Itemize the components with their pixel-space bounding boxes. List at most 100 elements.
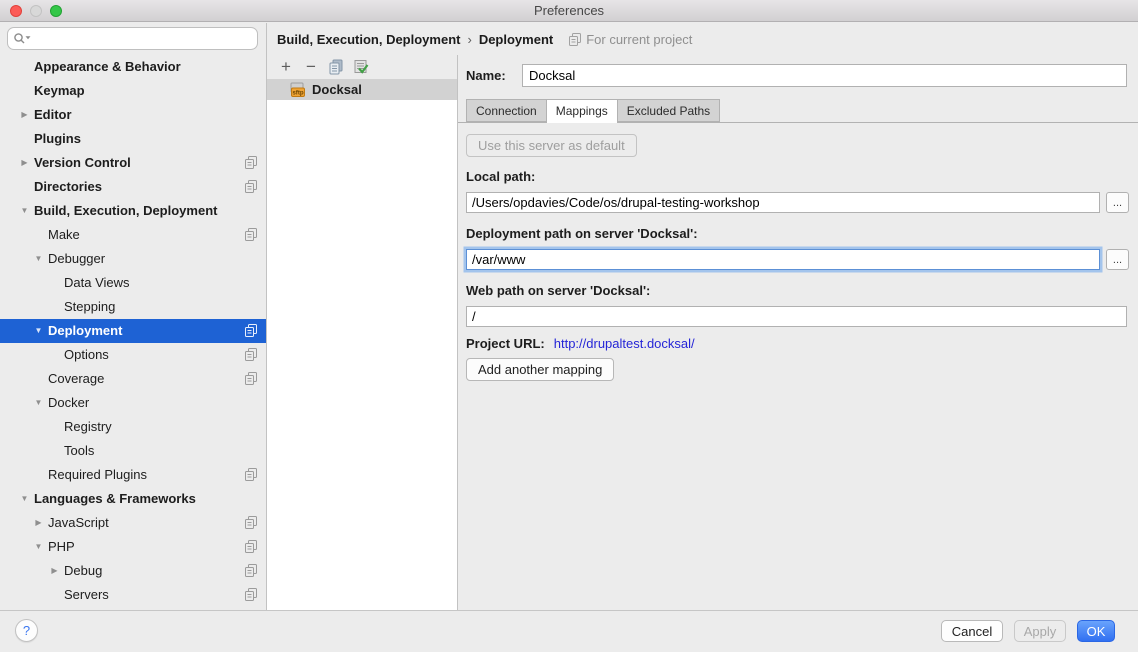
per-project-settings-icon bbox=[245, 228, 257, 241]
local-path-label: Local path: bbox=[466, 169, 535, 184]
tab-mappings[interactable]: Mappings bbox=[546, 99, 618, 123]
sidebar-item-deployment[interactable]: ▼Deployment bbox=[0, 319, 266, 343]
sidebar-item-stepping[interactable]: Stepping bbox=[0, 295, 266, 319]
sidebar-item-debugger[interactable]: ▼Debugger bbox=[0, 247, 266, 271]
sidebar-item-label: Registry bbox=[64, 415, 112, 439]
sidebar-item-label: Servers bbox=[64, 583, 109, 607]
add-server-button[interactable]: + bbox=[278, 59, 294, 75]
server-list-panel: + − bbox=[267, 55, 458, 610]
sidebar-item-label: Debugger bbox=[48, 247, 105, 271]
chevron-right-icon[interactable]: ▶ bbox=[48, 559, 61, 583]
sidebar-item-keymap[interactable]: Keymap bbox=[0, 79, 266, 103]
settings-tree: Appearance & BehaviorKeymap▶EditorPlugin… bbox=[0, 55, 266, 607]
sidebar-item-label: Data Views bbox=[64, 271, 130, 295]
sidebar-item-label: Tools bbox=[64, 439, 94, 463]
sidebar-item-label: Debug bbox=[64, 559, 102, 583]
sidebar-item-docker[interactable]: ▼Docker bbox=[0, 391, 266, 415]
sidebar-item-required-plugins[interactable]: Required Plugins bbox=[0, 463, 266, 487]
sidebar-item-label: Editor bbox=[34, 103, 72, 127]
per-project-settings-icon bbox=[245, 588, 257, 601]
sidebar-item-build-execution-deployment[interactable]: ▼Build, Execution, Deployment bbox=[0, 199, 266, 223]
web-path-input[interactable] bbox=[466, 306, 1127, 327]
sidebar-item-label: Keymap bbox=[34, 79, 85, 103]
sidebar-item-make[interactable]: Make bbox=[0, 223, 266, 247]
minimize-button[interactable] bbox=[30, 5, 42, 17]
copy-server-button[interactable] bbox=[328, 59, 344, 75]
web-path-label: Web path on server 'Docksal': bbox=[466, 283, 650, 298]
per-project-settings-icon bbox=[245, 156, 257, 169]
per-project-settings-icon bbox=[245, 372, 257, 385]
config-tabs: ConnectionMappingsExcluded Paths bbox=[466, 99, 719, 123]
deployment-path-browse-button[interactable]: ... bbox=[1106, 249, 1129, 270]
sidebar-item-appearance-behavior[interactable]: Appearance & Behavior bbox=[0, 55, 266, 79]
project-url-link[interactable]: http://drupaltest.docksal/ bbox=[554, 336, 695, 351]
breadcrumb-part-build-execution-deployment[interactable]: Build, Execution, Deployment bbox=[277, 32, 460, 47]
chevron-right-icon[interactable]: ▶ bbox=[18, 151, 31, 175]
sidebar-item-debug[interactable]: ▶Debug bbox=[0, 559, 266, 583]
sidebar-item-version-control[interactable]: ▶Version Control bbox=[0, 151, 266, 175]
sidebar-item-javascript[interactable]: ▶JavaScript bbox=[0, 511, 266, 535]
chevron-down-icon[interactable]: ▼ bbox=[32, 391, 45, 415]
chevron-down-icon[interactable]: ▼ bbox=[18, 199, 31, 223]
help-button[interactable]: ? bbox=[15, 619, 38, 642]
use-as-default-icon-button[interactable] bbox=[353, 59, 369, 75]
remove-server-button[interactable]: − bbox=[303, 59, 319, 75]
sidebar-item-editor[interactable]: ▶Editor bbox=[0, 103, 266, 127]
sidebar-item-label: Make bbox=[48, 223, 80, 247]
server-name-input[interactable] bbox=[522, 64, 1127, 87]
use-default-button[interactable]: Use this server as default bbox=[466, 134, 637, 157]
chevron-down-icon[interactable]: ▼ bbox=[32, 319, 45, 343]
per-project-settings-icon bbox=[245, 348, 257, 361]
chevron-down-icon[interactable]: ▼ bbox=[18, 487, 31, 511]
chevron-down-icon[interactable]: ▼ bbox=[32, 247, 45, 271]
apply-button[interactable]: Apply bbox=[1014, 620, 1066, 642]
sidebar-item-tools[interactable]: Tools bbox=[0, 439, 266, 463]
sidebar-item-label: Appearance & Behavior bbox=[34, 55, 181, 79]
chevron-right-icon[interactable]: ▶ bbox=[18, 103, 31, 127]
sidebar-item-label: Coverage bbox=[48, 367, 104, 391]
sidebar-item-plugins[interactable]: Plugins bbox=[0, 127, 266, 151]
sidebar-item-data-views[interactable]: Data Views bbox=[0, 271, 266, 295]
add-mapping-button[interactable]: Add another mapping bbox=[466, 358, 614, 381]
sidebar-item-label: Plugins bbox=[34, 127, 81, 151]
project-url-label: Project URL: bbox=[466, 336, 545, 351]
settings-sidebar: Appearance & BehaviorKeymap▶EditorPlugin… bbox=[0, 23, 267, 610]
tab-excluded-paths[interactable]: Excluded Paths bbox=[617, 99, 720, 122]
sidebar-item-label: Build, Execution, Deployment bbox=[34, 199, 217, 223]
tab-connection[interactable]: Connection bbox=[466, 99, 547, 122]
ok-button[interactable]: OK bbox=[1077, 620, 1115, 642]
server-item-docksal[interactable]: sftp Docksal bbox=[267, 79, 457, 100]
traffic-lights bbox=[10, 5, 62, 17]
breadcrumb-part-deployment[interactable]: Deployment bbox=[479, 32, 553, 47]
sidebar-item-directories[interactable]: Directories bbox=[0, 175, 266, 199]
chevron-right-icon[interactable]: ▶ bbox=[32, 511, 45, 535]
local-path-input[interactable] bbox=[466, 192, 1100, 213]
preferences-window: Preferences Appearance & BehaviorKeymap▶… bbox=[0, 0, 1138, 652]
sidebar-item-label: Deployment bbox=[48, 319, 122, 343]
sidebar-item-label: Languages & Frameworks bbox=[34, 487, 196, 511]
breadcrumb-row: Build, Execution, Deployment›Deployment … bbox=[267, 23, 1138, 55]
chevron-down-icon[interactable]: ▼ bbox=[32, 535, 45, 559]
close-button[interactable] bbox=[10, 5, 22, 17]
cancel-button[interactable]: Cancel bbox=[941, 620, 1003, 642]
sidebar-item-options[interactable]: Options bbox=[0, 343, 266, 367]
sidebar-item-php[interactable]: ▼PHP bbox=[0, 535, 266, 559]
svg-text:sftp: sftp bbox=[292, 89, 304, 96]
window-title: Preferences bbox=[0, 0, 1138, 21]
sidebar-item-servers[interactable]: Servers bbox=[0, 583, 266, 607]
dialog-footer: ? Cancel Apply OK bbox=[0, 610, 1138, 652]
sidebar-item-languages-frameworks[interactable]: ▼Languages & Frameworks bbox=[0, 487, 266, 511]
deployment-path-input[interactable] bbox=[466, 249, 1100, 270]
breadcrumb-separator: › bbox=[467, 32, 471, 47]
breadcrumb: Build, Execution, Deployment › Deployment bbox=[277, 32, 553, 47]
settings-search-input[interactable] bbox=[7, 27, 258, 50]
sidebar-item-coverage[interactable]: Coverage bbox=[0, 367, 266, 391]
local-path-browse-button[interactable]: ... bbox=[1106, 192, 1129, 213]
server-config-panel: Name: ConnectionMappingsExcluded Paths U… bbox=[458, 55, 1138, 610]
server-item-label: Docksal bbox=[312, 82, 362, 97]
sidebar-item-registry[interactable]: Registry bbox=[0, 415, 266, 439]
per-project-settings-icon bbox=[245, 516, 257, 529]
sidebar-item-label: Version Control bbox=[34, 151, 131, 175]
deployment-path-label: Deployment path on server 'Docksal': bbox=[466, 226, 698, 241]
zoom-button[interactable] bbox=[50, 5, 62, 17]
